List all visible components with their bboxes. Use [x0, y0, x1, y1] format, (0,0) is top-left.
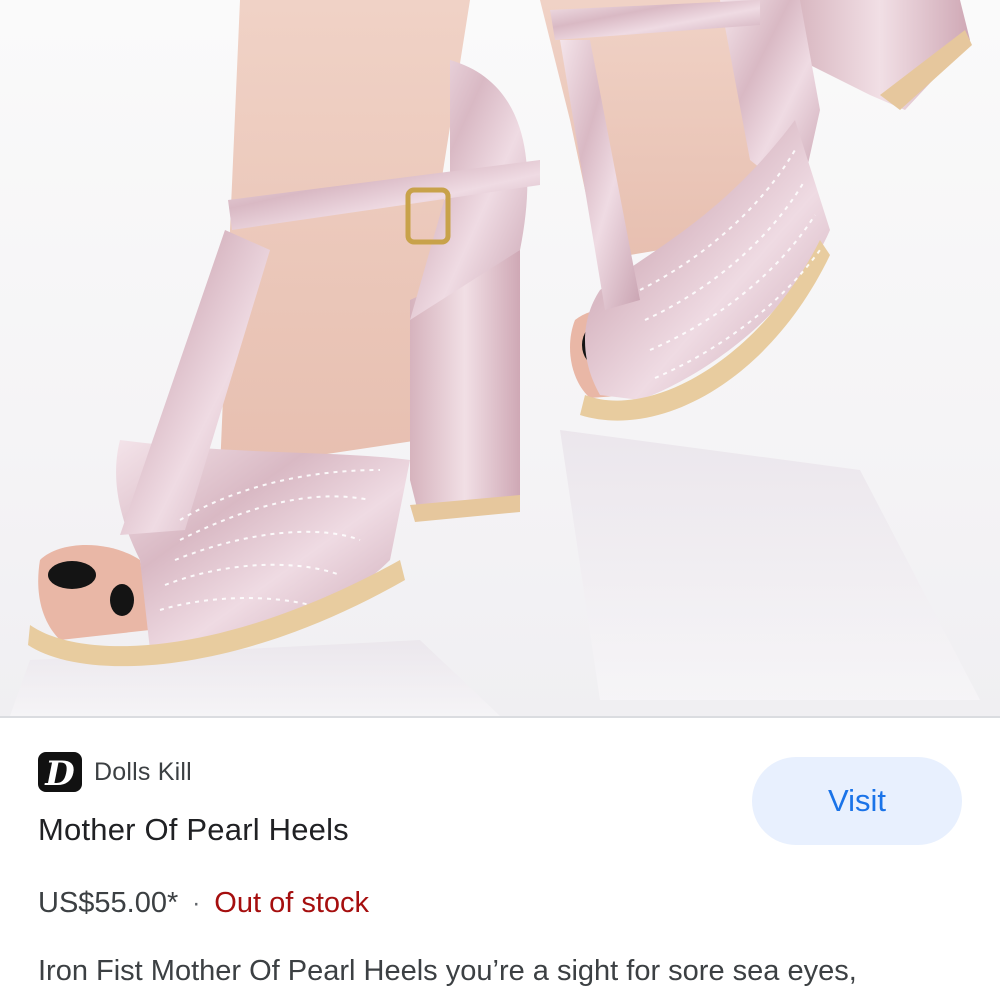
image-divider [0, 716, 1000, 718]
product-description: Iron Fist Mother Of Pearl Heels you’re a… [38, 955, 857, 987]
product-image[interactable] [0, 0, 1000, 716]
source-name: Dolls Kill [94, 757, 192, 786]
separator-dot: · [192, 889, 201, 917]
logo-letter: D [44, 754, 75, 792]
visit-button[interactable]: Visit [752, 757, 962, 845]
product-title[interactable]: Mother Of Pearl Heels [38, 812, 349, 848]
stock-status: Out of stock [214, 887, 370, 919]
dolls-kill-logo-icon: D [38, 752, 82, 792]
price-row: US$55.00* · Out of stock [38, 887, 369, 920]
shoe-photo-illustration [10, 0, 980, 716]
price: US$55.00* [38, 887, 179, 919]
source-row[interactable]: D Dolls Kill [38, 752, 192, 792]
